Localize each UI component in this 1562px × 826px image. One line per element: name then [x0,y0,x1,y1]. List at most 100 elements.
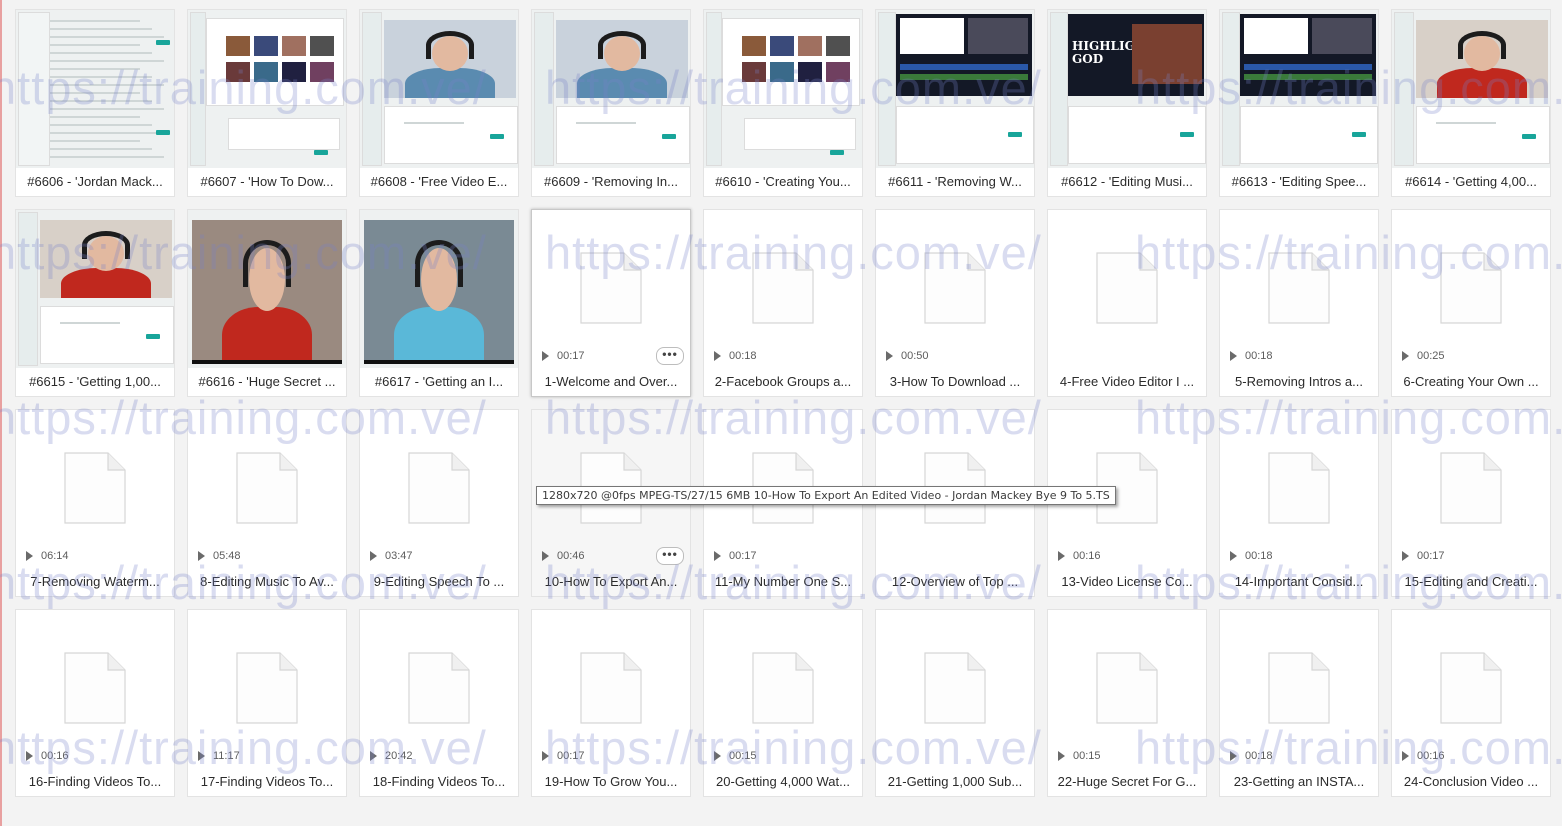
video-thumbnail [360,210,518,368]
file-name: 22-Huge Secret For G... [1057,774,1197,789]
file-item[interactable]: #6614 - 'Getting 4,00... [1391,9,1551,197]
file-icon: 00:15 [704,610,862,768]
play-icon[interactable] [1230,551,1237,561]
video-thumbnail [1220,10,1378,168]
file-name: 11-My Number One S... [714,574,852,589]
file-icon [1048,210,1206,368]
duration-text: 00:15 [729,750,757,762]
file-item[interactable]: #6608 - 'Free Video E... [359,9,519,197]
file-name: #6607 - 'How To Dow... [200,174,334,189]
play-icon[interactable] [1402,551,1409,561]
play-icon[interactable] [1058,751,1065,761]
file-name: 8-Editing Music To Av... [200,574,334,589]
file-item[interactable]: 00:18 5-Removing Intros a... [1219,209,1379,397]
play-icon[interactable] [198,751,205,761]
file-name: 17-Finding Videos To... [200,774,334,789]
file-icon: 03:47 [360,410,518,568]
file-item[interactable]: HIGHLIGHT GOD #6612 - 'Editing Musi... [1047,9,1207,197]
document-icon [924,652,986,724]
file-item[interactable]: #6610 - 'Creating You... [703,9,863,197]
file-item[interactable]: #6607 - 'How To Dow... [187,9,347,197]
file-name: 16-Finding Videos To... [28,774,162,789]
file-item[interactable]: 00:25 6-Creating Your Own ... [1391,209,1551,397]
duration-text: 00:18 [1245,350,1273,362]
file-item[interactable]: 00:17 15-Editing and Creati... [1391,409,1551,597]
file-item[interactable]: 06:14 7-Removing Waterm... [15,409,175,597]
file-item[interactable]: 00:16 24-Conclusion Video ... [1391,609,1551,797]
duration-text: 00:16 [1073,550,1101,562]
play-icon[interactable] [198,551,205,561]
play-icon[interactable] [714,551,721,561]
play-icon[interactable] [542,351,549,361]
file-name: 5-Removing Intros a... [1235,374,1363,389]
document-icon [1096,252,1158,324]
play-icon[interactable] [1230,351,1237,361]
file-icon: 00:17 ••• [532,210,690,368]
more-options-button[interactable]: ••• [656,547,684,565]
file-item[interactable]: 00:15 20-Getting 4,000 Wat... [703,609,863,797]
play-icon[interactable] [886,351,893,361]
file-icon: 00:15 [1048,610,1206,768]
file-name: 20-Getting 4,000 Wat... [716,774,850,789]
file-item[interactable]: 00:15 22-Huge Secret For G... [1047,609,1207,797]
file-item[interactable]: 11:17 17-Finding Videos To... [187,609,347,797]
document-icon [236,452,298,524]
duration-label: 06:14 [26,548,69,564]
file-item[interactable]: 05:48 8-Editing Music To Av... [187,409,347,597]
duration-text: 00:15 [1073,750,1101,762]
file-item[interactable]: 00:16 16-Finding Videos To... [15,609,175,797]
file-item[interactable]: 00:18 2-Facebook Groups a... [703,209,863,397]
file-item[interactable]: 00:18 23-Getting an INSTA... [1219,609,1379,797]
file-item[interactable]: 00:18 14-Important Consid... [1219,409,1379,597]
document-icon [1096,652,1158,724]
play-icon[interactable] [26,751,33,761]
file-item[interactable]: 00:17 ••• 1-Welcome and Over... [531,209,691,397]
play-icon[interactable] [542,551,549,561]
file-item[interactable]: #6617 - 'Getting an I... [359,209,519,397]
play-icon[interactable] [1402,751,1409,761]
file-name: #6606 - 'Jordan Mack... [27,174,163,189]
file-icon: 00:17 [532,610,690,768]
duration-label: 00:16 [1058,548,1101,564]
play-icon[interactable] [370,551,377,561]
play-icon[interactable] [542,751,549,761]
file-item[interactable]: 00:17 19-How To Grow You... [531,609,691,797]
duration-text: 05:48 [213,550,241,562]
play-icon[interactable] [714,351,721,361]
duration-label: 00:16 [26,748,69,764]
more-options-button[interactable]: ••• [656,347,684,365]
play-icon[interactable] [26,551,33,561]
play-icon[interactable] [370,751,377,761]
file-item[interactable]: 21-Getting 1,000 Sub... [875,609,1035,797]
document-icon [1440,252,1502,324]
duration-label: 00:17 [1402,548,1445,564]
document-icon [924,252,986,324]
file-item[interactable]: #6615 - 'Getting 1,00... [15,209,175,397]
duration-label: 00:25 [1402,348,1445,364]
file-name: #6611 - 'Removing W... [888,174,1022,189]
play-icon[interactable] [1058,551,1065,561]
file-item[interactable]: 20:42 18-Finding Videos To... [359,609,519,797]
file-item[interactable]: 03:47 9-Editing Speech To ... [359,409,519,597]
window-edge [0,0,2,826]
video-thumbnail: HIGHLIGHT GOD [1048,10,1206,168]
video-thumbnail [188,210,346,368]
duration-label: 03:47 [370,548,413,564]
play-icon[interactable] [714,751,721,761]
file-item[interactable]: #6609 - 'Removing In... [531,9,691,197]
file-item[interactable]: #6611 - 'Removing W... [875,9,1035,197]
file-item[interactable]: 4-Free Video Editor I ... [1047,209,1207,397]
play-icon[interactable] [1230,751,1237,761]
file-name: 24-Conclusion Video ... [1403,774,1539,789]
duration-label: 00:18 [1230,548,1273,564]
file-item[interactable]: #6613 - 'Editing Spee... [1219,9,1379,197]
file-name: 21-Getting 1,000 Sub... [887,774,1023,789]
duration-text: 03:47 [385,550,413,562]
file-item[interactable]: #6606 - 'Jordan Mack... [15,9,175,197]
file-item[interactable]: 00:50 3-How To Download ... [875,209,1035,397]
file-item[interactable]: #6616 - 'Huge Secret ... [187,209,347,397]
file-name: #6613 - 'Editing Spee... [1231,174,1367,189]
file-icon: 00:18 [1220,610,1378,768]
video-thumbnail [16,210,174,368]
play-icon[interactable] [1402,351,1409,361]
